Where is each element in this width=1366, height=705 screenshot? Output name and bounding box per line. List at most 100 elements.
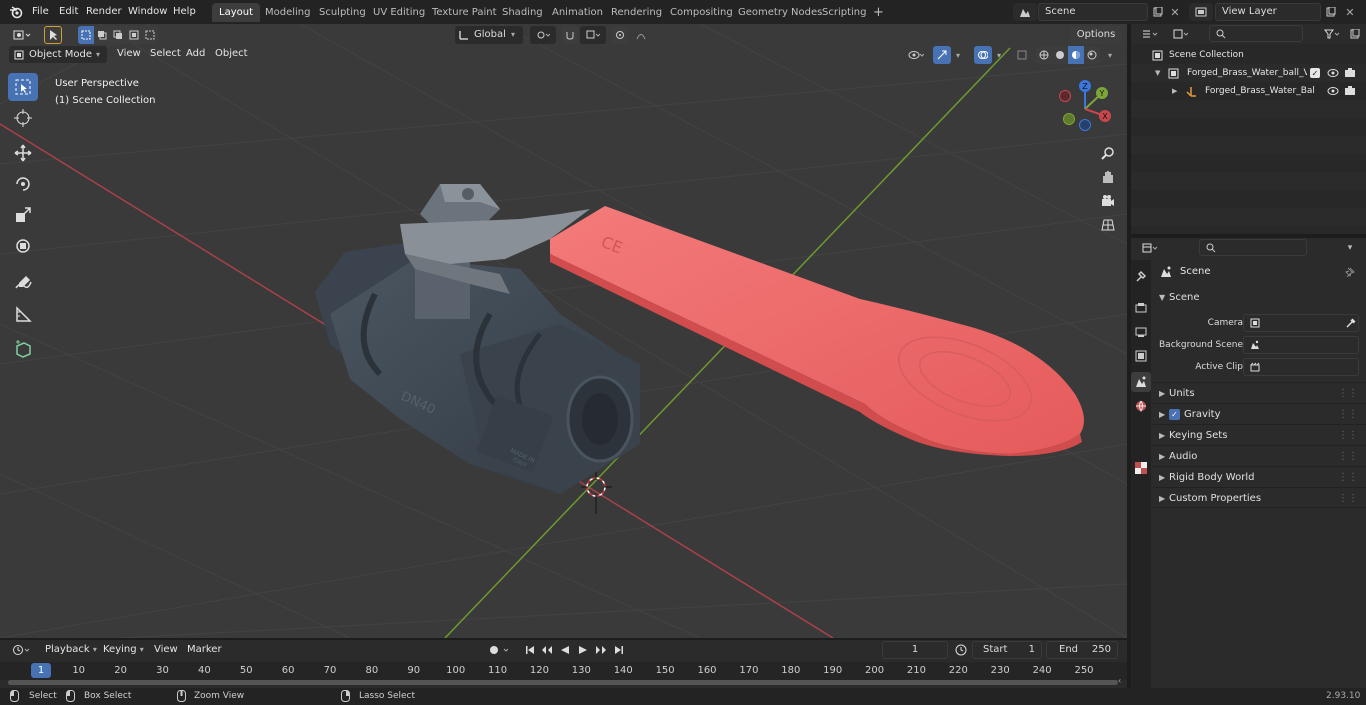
viewport-menu-select[interactable]: Select — [145, 45, 186, 63]
timeline-menu-keying[interactable]: Keying ▾ — [98, 641, 149, 659]
new-collection-icon[interactable] — [1347, 25, 1363, 43]
gizmo-z-axis[interactable]: Z — [1079, 80, 1091, 92]
preview-range-icon[interactable] — [953, 641, 969, 659]
add-cube-tool-icon[interactable] — [8, 335, 38, 363]
drag-handle-icon[interactable]: ⋮⋮ — [1338, 446, 1358, 467]
view-layer-tab-icon[interactable] — [1133, 348, 1149, 364]
new-scene-icon[interactable] — [1150, 3, 1166, 21]
view-layer-icon[interactable] — [1189, 3, 1213, 21]
visibility-icon[interactable] — [903, 46, 929, 64]
eyedropper-icon[interactable] — [1345, 317, 1357, 329]
active-clip-field[interactable] — [1243, 358, 1359, 376]
properties-editor-type-icon[interactable] — [1137, 239, 1163, 257]
eye-icon[interactable] — [1327, 67, 1339, 79]
next-keyframe-icon[interactable] — [593, 641, 609, 659]
tab-shading[interactable]: Shading — [495, 3, 550, 22]
snap-target-icon[interactable] — [580, 26, 606, 44]
gizmo-dropdown-icon[interactable]: ▾ — [952, 46, 964, 64]
texture-tab-icon[interactable] — [1133, 460, 1149, 476]
timeline-editor-type-icon[interactable] — [8, 641, 36, 659]
view-layer-field[interactable]: View Layer — [1215, 3, 1321, 21]
tab-scripting[interactable]: Scripting — [815, 3, 873, 22]
custom-properties-panel[interactable]: ▶ Custom Properties ⋮⋮ — [1153, 487, 1366, 508]
gizmo-x-axis[interactable]: X — [1099, 110, 1111, 122]
select-mode-invert-icon[interactable] — [126, 26, 142, 44]
timeline-menu-playback[interactable]: Playback ▾ — [40, 641, 102, 659]
transform-orientation-dropdown[interactable]: Global ▾ — [455, 26, 523, 44]
tab-layout[interactable]: Layout — [212, 3, 260, 22]
select-mode-new-icon[interactable] — [78, 26, 94, 44]
object-render-icon[interactable] — [1344, 85, 1356, 97]
new-view-layer-icon[interactable] — [1323, 3, 1339, 21]
rigid-body-world-panel[interactable]: ▶ Rigid Body World ⋮⋮ — [1153, 466, 1366, 487]
annotate-tool-icon[interactable] — [8, 269, 38, 297]
pan-hand-icon[interactable] — [1097, 166, 1119, 188]
cursor-tool-icon[interactable] — [8, 104, 38, 132]
play-icon[interactable] — [575, 641, 591, 659]
tab-compositing[interactable]: Compositing — [663, 3, 740, 22]
gizmo-y-axis[interactable]: Y — [1096, 87, 1108, 99]
proportional-edit-icon[interactable] — [612, 26, 628, 44]
perspective-grid-icon[interactable] — [1097, 214, 1119, 236]
exclude-checkbox[interactable]: ✓ — [1310, 68, 1320, 78]
current-frame-field[interactable]: 1 — [882, 641, 948, 659]
drag-handle-icon[interactable]: ⋮⋮ — [1338, 467, 1358, 488]
scene-section-header[interactable]: ▼ Scene — [1153, 287, 1366, 308]
transform-tool-icon[interactable] — [8, 232, 38, 260]
menu-window[interactable]: Window — [122, 3, 173, 21]
menu-help[interactable]: Help — [167, 3, 202, 21]
menu-render[interactable]: Render — [80, 3, 128, 21]
drag-handle-icon[interactable]: ⋮⋮ — [1338, 488, 1358, 509]
rendered-shading-icon[interactable] — [1084, 46, 1100, 64]
expand-object-icon[interactable]: ▶ — [1172, 82, 1177, 100]
object-eye-icon[interactable] — [1327, 85, 1339, 97]
output-tab-icon[interactable] — [1133, 324, 1149, 340]
material-shading-icon[interactable] — [1068, 46, 1084, 64]
proportional-falloff-icon[interactable] — [630, 26, 656, 44]
end-frame-field[interactable]: End 250 — [1046, 641, 1118, 659]
tab-sculpting[interactable]: Sculpting — [312, 3, 373, 22]
camera-view-icon[interactable] — [1097, 190, 1119, 212]
play-reverse-icon[interactable] — [557, 641, 573, 659]
menu-file[interactable]: File — [26, 3, 55, 21]
audio-panel[interactable]: ▶ Audio ⋮⋮ — [1153, 445, 1366, 466]
rotate-tool-icon[interactable] — [8, 170, 38, 198]
select-tool-icon[interactable] — [44, 26, 62, 44]
outliner-row-object[interactable]: ▶ Forged_Brass_Water_Bal — [1131, 82, 1366, 100]
navigation-gizmo[interactable]: Z Y X — [1055, 79, 1115, 139]
drag-handle-icon[interactable]: ⋮⋮ — [1338, 383, 1358, 404]
solid-shading-icon[interactable] — [1052, 46, 1068, 64]
gravity-checkbox[interactable]: ✓ — [1169, 408, 1180, 420]
xray-toggle-icon[interactable] — [1014, 46, 1030, 64]
scene-name-field[interactable]: Scene — [1038, 3, 1148, 21]
viewport-menu-add[interactable]: Add — [181, 45, 210, 63]
viewport-menu-view[interactable]: View — [112, 45, 146, 63]
mode-dropdown[interactable]: Object Mode ▾ — [9, 46, 107, 63]
render-camera-icon[interactable] — [1344, 67, 1356, 79]
tab-modeling[interactable]: Modeling — [258, 3, 318, 22]
properties-options-icon[interactable]: ▾ — [1341, 239, 1359, 257]
tab-rendering[interactable]: Rendering — [604, 3, 669, 22]
measure-tool-icon[interactable] — [8, 300, 38, 328]
display-mode-icon[interactable] — [1168, 25, 1194, 43]
render-tab-icon[interactable] — [1133, 300, 1149, 316]
snap-toggle-icon[interactable] — [562, 26, 578, 44]
tool-tab-icon[interactable] — [1133, 268, 1149, 284]
scene-tab-icon[interactable] — [1131, 372, 1151, 392]
drag-handle-icon[interactable]: ⋮⋮ — [1338, 425, 1358, 446]
overlays-toggle-icon[interactable] — [974, 46, 992, 64]
previous-keyframe-icon[interactable] — [539, 641, 555, 659]
start-frame-field[interactable]: Start 1 — [972, 641, 1042, 659]
shading-dropdown-icon[interactable]: ▾ — [1104, 46, 1116, 64]
world-tab-icon[interactable] — [1133, 398, 1149, 414]
pin-icon[interactable] — [1343, 265, 1357, 279]
properties-search-input[interactable] — [1199, 239, 1307, 256]
tab-animation[interactable]: Animation — [545, 3, 610, 22]
wireframe-shading-icon[interactable] — [1036, 46, 1052, 64]
timeline-collapse-icon[interactable]: ‹ — [1118, 676, 1121, 685]
select-box-tool-icon[interactable] — [8, 73, 38, 101]
delete-view-layer-icon[interactable]: ✕ — [1343, 3, 1357, 21]
select-mode-extend-icon[interactable] — [94, 26, 110, 44]
move-tool-icon[interactable] — [8, 139, 38, 167]
expand-icon[interactable]: ▼ — [1155, 64, 1160, 82]
